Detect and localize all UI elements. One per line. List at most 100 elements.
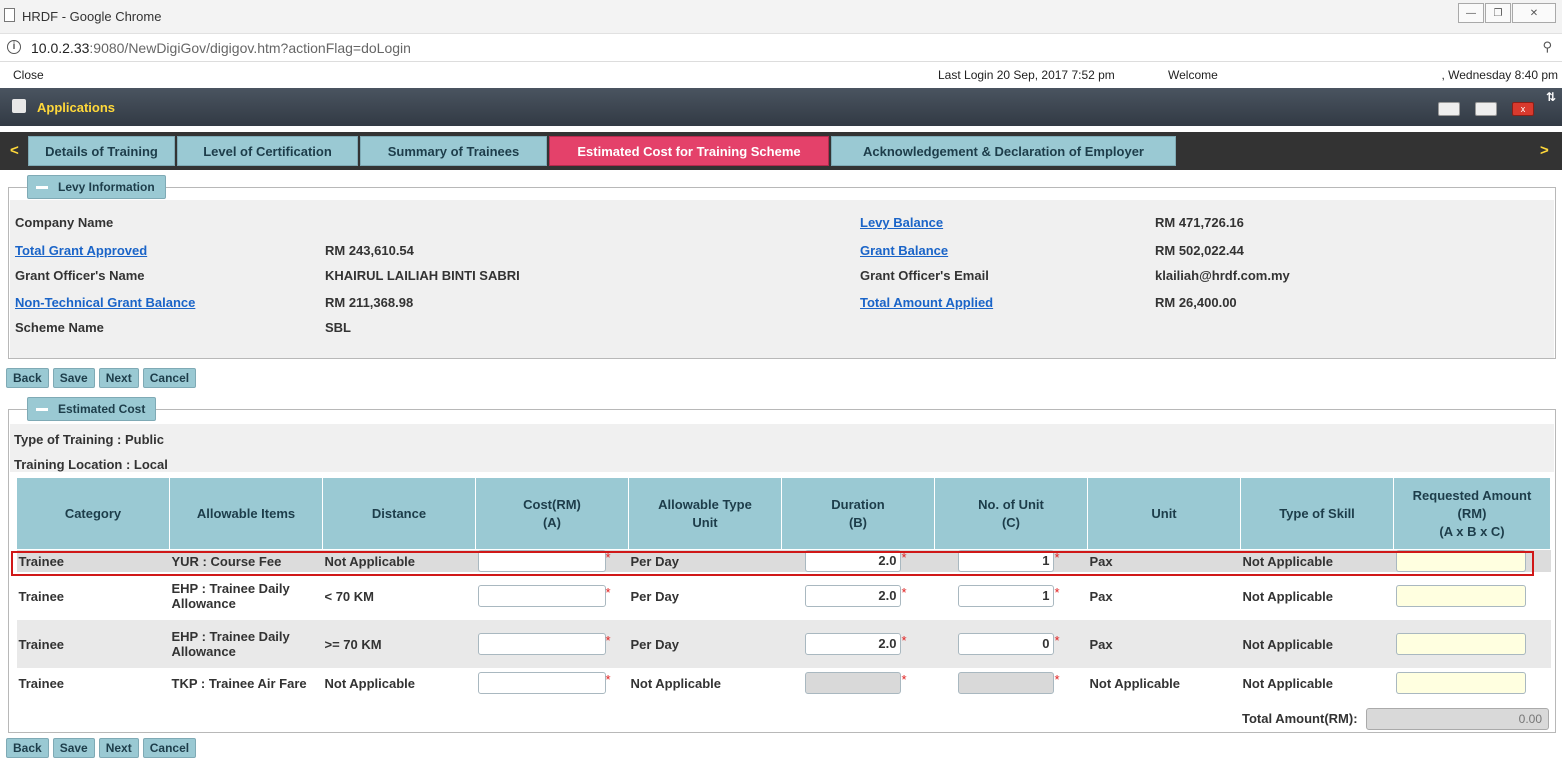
cell-distance: >= 70 KM — [322, 620, 476, 668]
cell-no-of-unit: 1 * — [934, 572, 1088, 620]
url-text[interactable]: 10.0.2.33:9080/NewDigiGov/digigov.htm?ac… — [31, 40, 411, 56]
no-of-unit-input[interactable]: 0 — [958, 633, 1055, 655]
url-host: 10.0.2.33 — [31, 40, 90, 56]
current-date-text: , Wednesday 8:40 pm — [1441, 68, 1558, 82]
header-category: Category — [16, 477, 170, 550]
restore-window-icon[interactable]: ❐ — [1485, 3, 1511, 23]
duration-input[interactable]: 2.0 — [805, 633, 902, 655]
last-login-text: Last Login 20 Sep, 2017 7:52 pm — [938, 68, 1115, 82]
tab-estimated-cost[interactable]: Estimated Cost for Training Scheme — [549, 136, 829, 166]
no-of-unit-input[interactable]: 1 — [958, 550, 1055, 572]
panel-close-icon[interactable]: x — [1512, 102, 1534, 116]
address-bar: i 10.0.2.33:9080/NewDigiGov/digigov.htm?… — [0, 34, 1562, 62]
tab-details-of-training[interactable]: Details of Training — [28, 136, 175, 166]
estimated-cost-legend[interactable]: Estimated Cost — [27, 397, 157, 421]
non-technical-grant-balance-value: RM 211,368.98 — [325, 295, 414, 310]
total-grant-approved-value: RM 243,610.54 — [325, 243, 414, 258]
header-cost: Cost(RM) (A) — [475, 477, 629, 550]
duration-input[interactable]: 2.0 — [805, 585, 902, 607]
tab-scroll-left-icon[interactable]: < — [10, 142, 19, 159]
requested-amount-input[interactable] — [1395, 585, 1526, 607]
save-button[interactable]: Save — [52, 738, 95, 758]
app-title: Applications — [37, 100, 116, 115]
save-button[interactable]: Save — [52, 368, 95, 388]
no-of-unit-input[interactable]: 1 — [958, 585, 1055, 607]
requested-amount-input[interactable] — [1395, 550, 1526, 572]
cell-duration: * — [781, 668, 935, 698]
grant-balance-link[interactable]: Grant Balance — [860, 243, 948, 258]
tab-strip: < Details of Training Level of Certifica… — [0, 132, 1562, 170]
panel-minimize-icon[interactable] — [1438, 102, 1460, 116]
header-cost-l1: Cost(RM) — [523, 496, 581, 512]
levy-balance-link[interactable]: Levy Balance — [860, 215, 943, 230]
total-amount-applied-link[interactable]: Total Amount Applied — [860, 295, 993, 310]
back-button[interactable]: Back — [6, 738, 49, 758]
url-path: :9080/NewDigiGov/digigov.htm?actionFlag=… — [89, 40, 411, 56]
total-amount-applied-value: RM 26,400.00 — [1155, 295, 1237, 310]
close-window-icon[interactable]: ✕ — [1512, 3, 1556, 23]
status-row: Close Last Login 20 Sep, 2017 7:52 pm We… — [0, 62, 1562, 88]
header-no-unit-l2: (C) — [1001, 514, 1021, 530]
header-no-of-unit: No. of Unit (C) — [934, 477, 1088, 550]
tab-level-of-certification[interactable]: Level of Certification — [177, 136, 358, 166]
non-technical-grant-balance-link[interactable]: Non-Technical Grant Balance — [15, 295, 195, 310]
levy-balance-value: RM 471,726.16 — [1155, 215, 1244, 230]
collapse-icon — [36, 407, 48, 411]
required-marker: * — [1054, 633, 1060, 648]
next-button[interactable]: Next — [98, 368, 139, 388]
header-cost-l2: (A) — [542, 514, 562, 530]
tab-summary-of-trainees[interactable]: Summary of Trainees — [360, 136, 547, 166]
levy-information-panel — [8, 187, 1556, 359]
required-marker: * — [901, 633, 907, 648]
scheme-name-value: SBL — [325, 320, 351, 335]
close-link[interactable]: Close — [13, 68, 44, 82]
cell-requested-amount — [1393, 668, 1551, 698]
window-title: HRDF - Google Chrome — [22, 9, 162, 24]
cancel-button[interactable]: Cancel — [142, 738, 197, 758]
next-button[interactable]: Next — [98, 738, 139, 758]
header-duration: Duration (B) — [781, 477, 935, 550]
training-location: Training Location : Local — [14, 457, 168, 472]
cost-input[interactable] — [477, 585, 606, 607]
duration-input-disabled — [805, 672, 902, 694]
estimated-cost-table: Category Allowable Items Distance Cost(R… — [16, 477, 1551, 698]
tab-scroll-right-icon[interactable]: > — [1540, 142, 1549, 159]
header-duration-l2: (B) — [848, 514, 868, 530]
table-row: Trainee EHP : Trainee Daily Allowance < … — [16, 572, 1551, 620]
header-type-unit-l1: Allowable Type — [658, 496, 752, 512]
cell-category: Trainee — [16, 668, 170, 698]
cell-duration: 2.0 * — [781, 572, 935, 620]
total-amount-label: Total Amount(RM): — [1242, 711, 1358, 726]
header-unit: Unit — [1087, 477, 1241, 550]
cell-unit: Pax — [1087, 620, 1241, 668]
cell-type-of-skill: Not Applicable — [1240, 668, 1394, 698]
requested-amount-input[interactable] — [1395, 633, 1526, 655]
app-header: Applications x ⇅ — [0, 88, 1562, 126]
table-row: Trainee TKP : Trainee Air Fare Not Appli… — [16, 668, 1551, 698]
duration-input[interactable]: 2.0 — [805, 550, 902, 572]
cell-unit: Pax — [1087, 572, 1241, 620]
cell-type-unit: Per Day — [628, 620, 782, 668]
cost-input[interactable] — [477, 672, 606, 694]
back-button[interactable]: Back — [6, 368, 49, 388]
cell-unit: Pax — [1087, 549, 1241, 572]
minimize-window-icon[interactable]: — — [1458, 3, 1484, 23]
tab-acknowledgement-declaration[interactable]: Acknowledgement & Declaration of Employe… — [831, 136, 1176, 166]
cost-input[interactable] — [477, 633, 606, 655]
cost-input[interactable] — [477, 550, 606, 572]
cell-no-of-unit: 1 * — [934, 549, 1088, 572]
levy-information-legend[interactable]: Levy Information — [27, 175, 166, 199]
cell-type-unit: Per Day — [628, 572, 782, 620]
panel-maximize-icon[interactable] — [1475, 102, 1497, 116]
cell-type-of-skill: Not Applicable — [1240, 572, 1394, 620]
cancel-button[interactable]: Cancel — [142, 368, 197, 388]
type-of-training: Type of Training : Public — [14, 432, 164, 447]
requested-amount-input[interactable] — [1395, 672, 1526, 694]
cell-type-of-skill: Not Applicable — [1240, 549, 1394, 572]
cell-type-unit: Per Day — [628, 549, 782, 572]
total-grant-approved-link[interactable]: Total Grant Approved — [15, 243, 147, 258]
sort-arrows-icon[interactable]: ⇅ — [1546, 90, 1556, 104]
pin-icon[interactable]: ⚲ — [1542, 39, 1552, 55]
cell-cost: * — [475, 668, 629, 698]
info-icon[interactable]: i — [7, 40, 21, 54]
